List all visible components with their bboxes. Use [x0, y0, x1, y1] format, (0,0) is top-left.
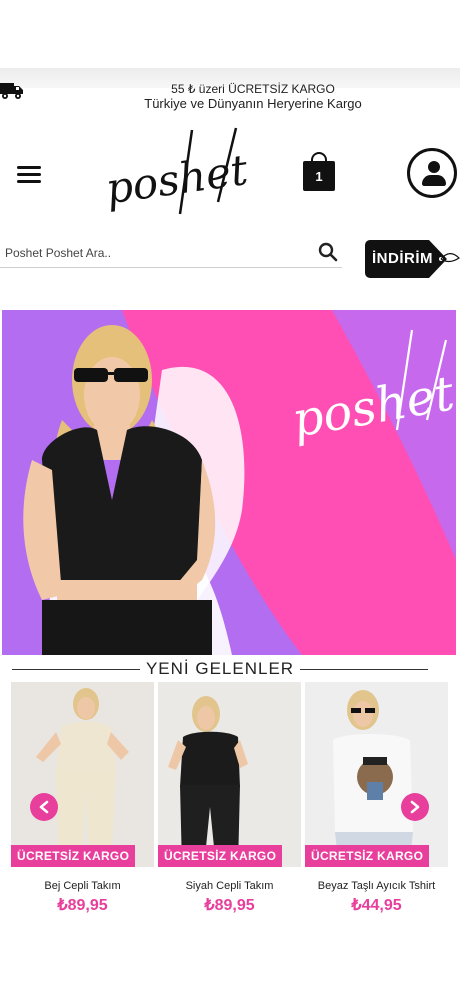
product-price: ₺44,95 [351, 897, 402, 914]
product-card[interactable]: ÜCRETSİZ KARGO Siyah Cepli Takım ₺89,95 [158, 682, 301, 915]
account-icon[interactable] [407, 148, 457, 198]
product-name[interactable]: Siyah Cepli Takım [158, 879, 301, 893]
search-icon[interactable] [318, 242, 338, 262]
product-image[interactable]: ÜCRETSİZ KARGO [11, 682, 154, 867]
product-name[interactable]: Beyaz Taşlı Ayıcık Tshirt [305, 879, 448, 893]
free-shipping-badge: ÜCRETSİZ KARGO [11, 845, 136, 867]
new-arrivals-header: YENİ GELENLER [12, 659, 429, 679]
product-price: ₺89,95 [57, 897, 108, 914]
hero-banner[interactable]: poshet [2, 310, 456, 655]
tag-string-icon [439, 253, 460, 263]
product-image[interactable]: ÜCRETSİZ KARGO [305, 682, 448, 867]
product-price: ₺89,95 [204, 897, 255, 914]
chevron-left-icon [39, 800, 49, 814]
free-shipping-badge: ÜCRETSİZ KARGO [305, 845, 430, 867]
sale-tag-button[interactable]: İNDİRİM [365, 240, 460, 278]
svg-text:poshet: poshet [103, 145, 250, 213]
search-input[interactable] [5, 243, 305, 263]
cart-button[interactable]: 1 [303, 150, 335, 192]
free-shipping-badge: ÜCRETSİZ KARGO [158, 845, 283, 867]
chevron-right-icon [410, 800, 420, 814]
shipping-info-text: Türkiye ve Dünyanın Heryerine Kargo [144, 96, 362, 111]
menu-icon[interactable] [17, 166, 41, 184]
product-name[interactable]: Bej Cepli Takım [11, 879, 154, 893]
cart-count-badge: 1 [303, 161, 335, 191]
free-shipping-text: 55 ₺ üzeri ÜCRETSİZ KARGO [171, 82, 335, 96]
poshet-logo[interactable]: poshet [100, 124, 250, 224]
product-image[interactable]: ÜCRETSİZ KARGO [158, 682, 301, 867]
hero-banner-art: poshet [2, 310, 456, 655]
new-arrivals-title: YENİ GELENLER [145, 659, 295, 678]
carousel-prev-button[interactable] [30, 793, 58, 821]
carousel-next-button[interactable] [401, 793, 429, 821]
search-bar [0, 238, 342, 268]
sale-tag-label: İNDİRİM [365, 240, 447, 278]
